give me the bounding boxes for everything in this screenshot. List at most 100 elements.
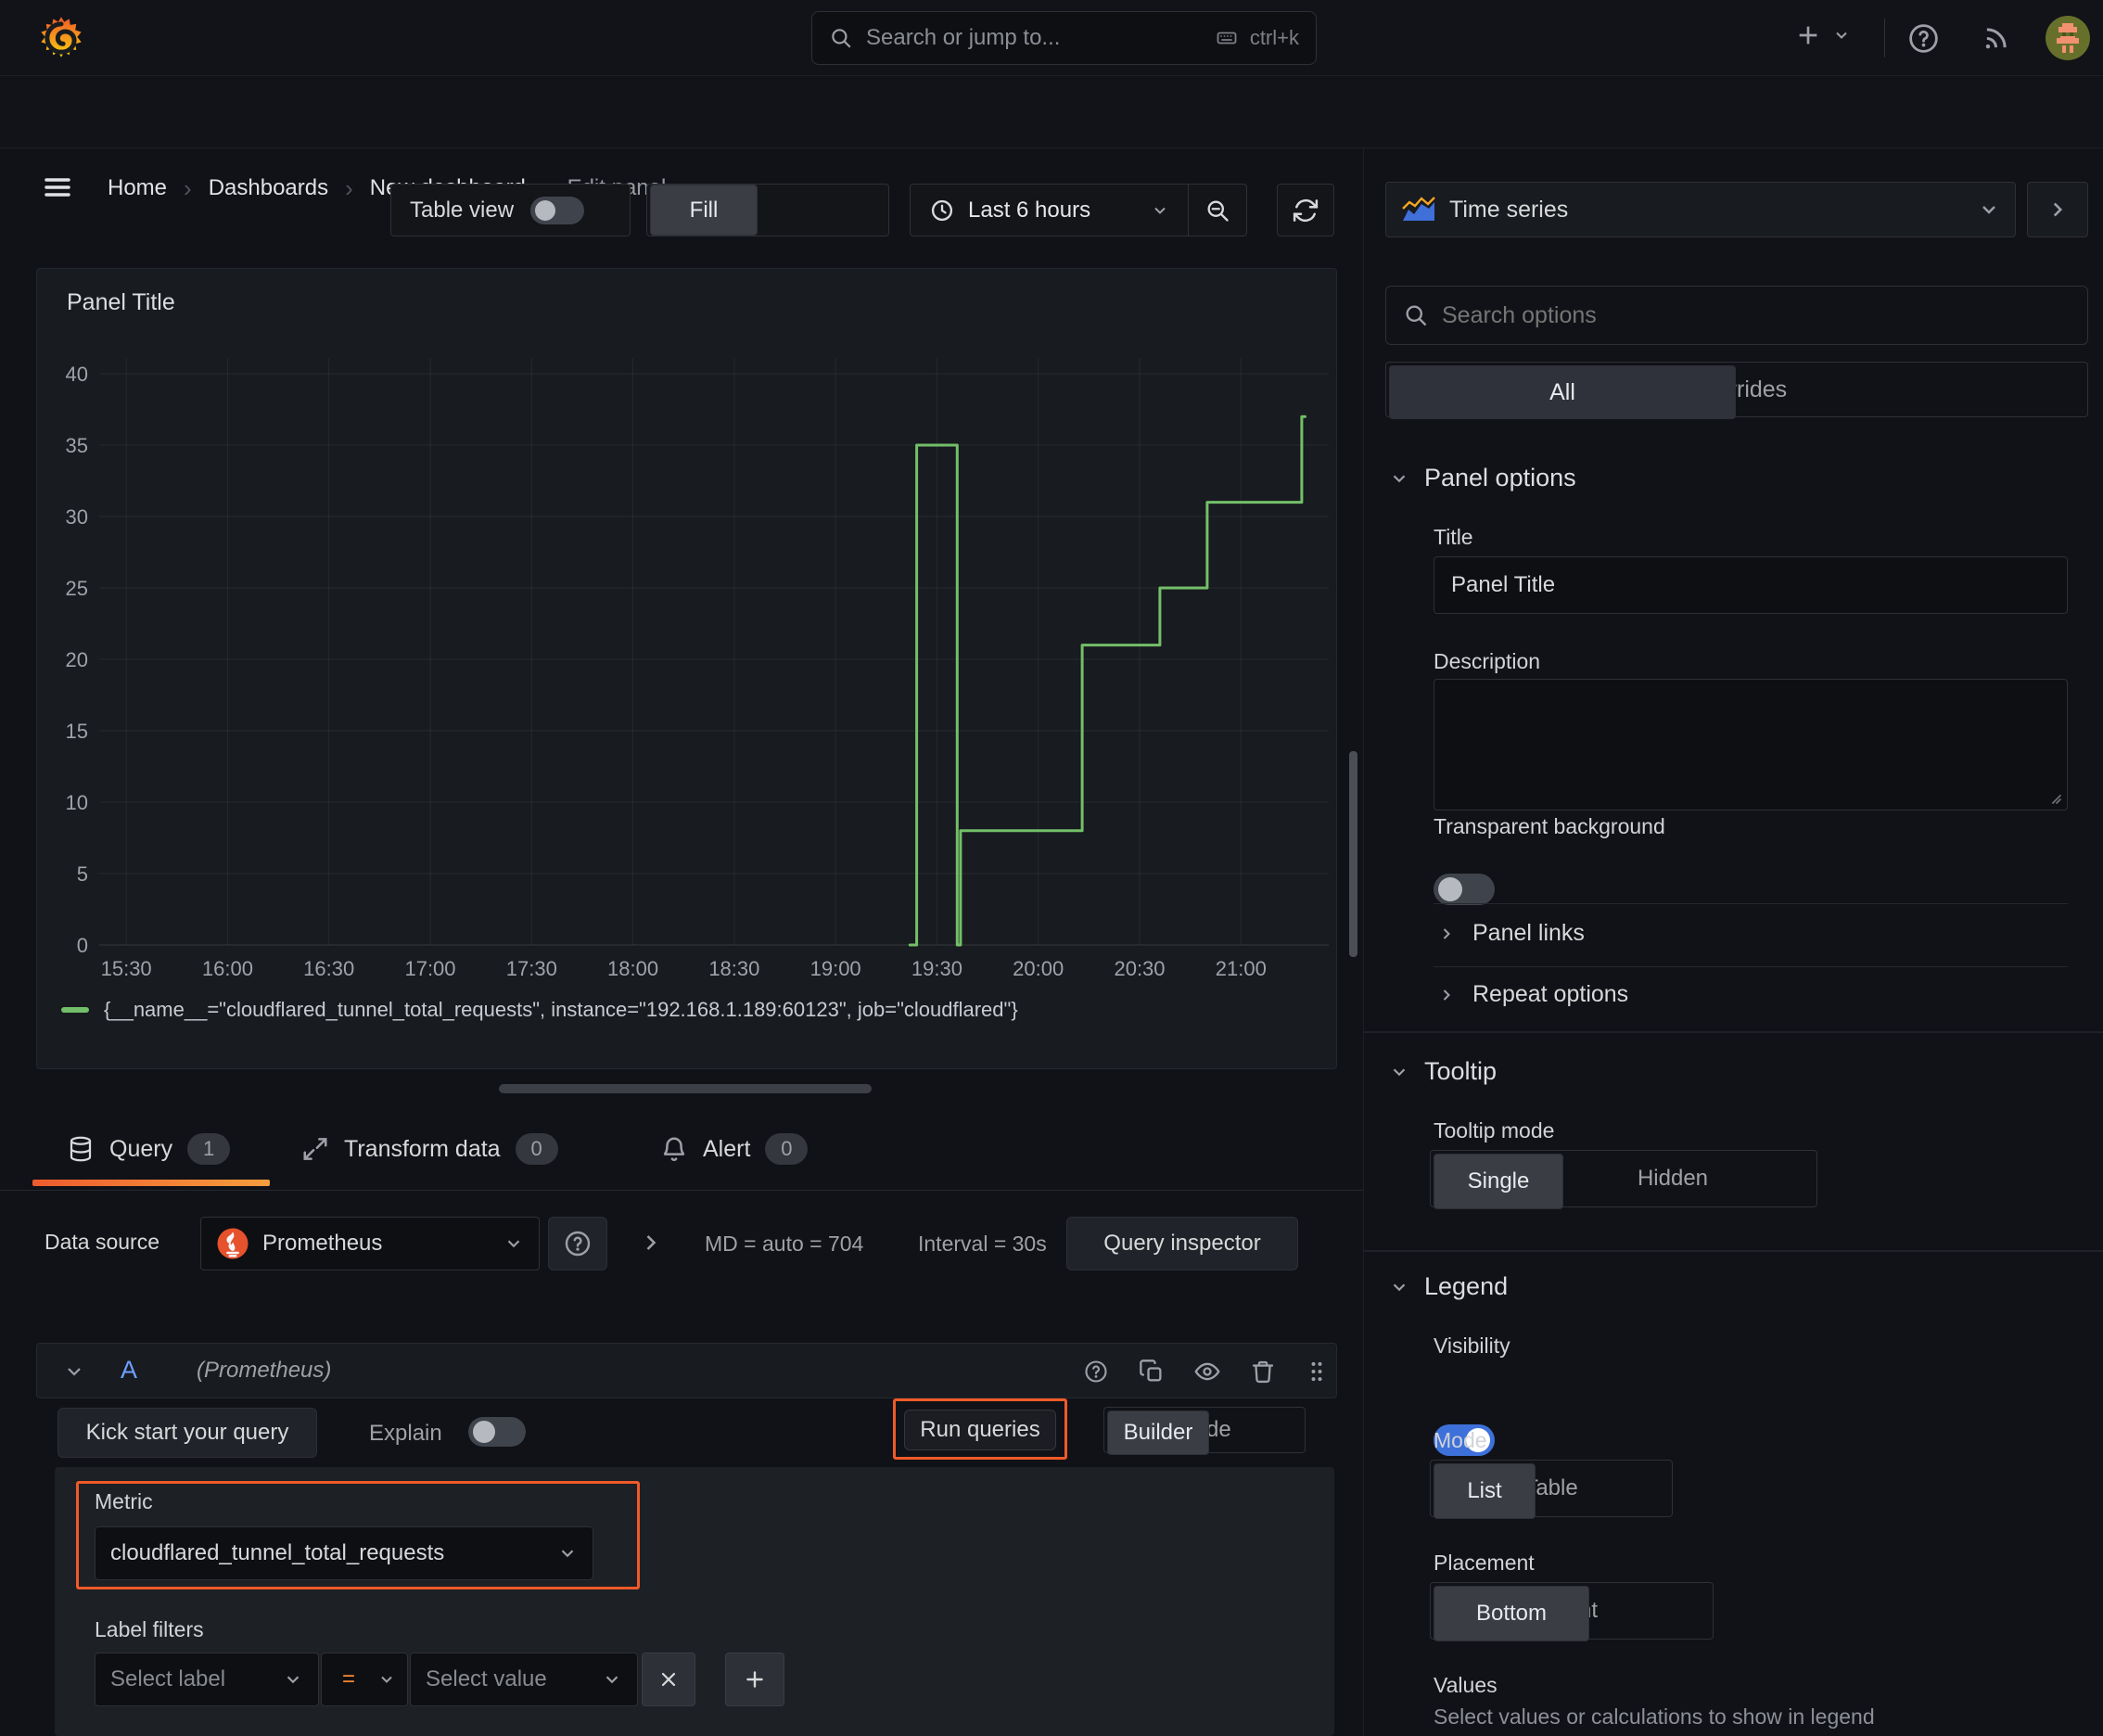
select-value-placeholder: Select value (426, 1666, 547, 1691)
builder-option[interactable]: Builder (1107, 1410, 1209, 1455)
run-queries-button[interactable]: Run queries (904, 1410, 1056, 1450)
svg-text:18:30: 18:30 (708, 957, 759, 980)
transform-icon (303, 1138, 327, 1160)
grafana-edit-panel-page: ctrl+k Home› Dashboards› New dashboard› (0, 0, 2103, 1736)
kick-start-query-button[interactable]: Kick start your query (57, 1408, 317, 1458)
expand-options-icon[interactable] (638, 1230, 664, 1256)
tabs-divider (0, 1190, 1363, 1191)
section-divider (1364, 1031, 2103, 1033)
panel-resize-handle[interactable] (499, 1084, 872, 1093)
svg-text:25: 25 (66, 577, 88, 600)
datasource-help-button[interactable] (548, 1217, 607, 1270)
chart-svg[interactable]: 15:30 16:00 16:30 17:00 17:30 18:00 18:30 19:00… (37, 269, 1336, 1068)
description-textarea[interactable] (1434, 679, 2068, 811)
table-view-toggle[interactable] (530, 196, 585, 224)
chart-legend[interactable]: {__name__="cloudflared_tunnel_total_requ… (61, 998, 1018, 1022)
drag-handle-icon[interactable] (1304, 1359, 1330, 1385)
tab-transform-data[interactable]: Transform data 0 (301, 1133, 558, 1165)
metric-select[interactable]: cloudflared_tunnel_total_requests (95, 1526, 593, 1580)
search-input[interactable] (866, 25, 1200, 51)
fill-option[interactable]: Fill (650, 185, 758, 236)
visualization-name: Time series (1449, 196, 1569, 223)
svg-text:17:00: 17:00 (404, 957, 455, 980)
add-filter-button[interactable] (725, 1653, 784, 1706)
time-range-picker[interactable]: Last 6 hours (911, 198, 1188, 223)
transparent-background-toggle[interactable] (1434, 874, 1495, 905)
svg-text:20: 20 (66, 648, 88, 671)
news-rss-icon[interactable] (1981, 23, 2011, 54)
description-label: Description (1434, 649, 1541, 673)
query-help-icon[interactable] (1083, 1359, 1109, 1385)
select-label-dropdown[interactable]: Select label (95, 1653, 319, 1706)
breadcrumb-separator: › (184, 173, 192, 202)
new-dropdown-button[interactable] (1793, 20, 1851, 50)
tooltip-single-option[interactable]: Single (1434, 1154, 1563, 1209)
duplicate-query-icon[interactable] (1139, 1359, 1165, 1385)
query-ref-id[interactable]: A (121, 1356, 137, 1385)
tab-transform-label: Transform data (344, 1135, 501, 1162)
series-label[interactable]: {__name__="cloudflared_tunnel_total_requ… (104, 998, 1018, 1022)
hide-query-icon[interactable] (1194, 1359, 1220, 1385)
time-series-viz-icon (1402, 197, 1435, 221)
breadcrumb-dashboards[interactable]: Dashboards (209, 175, 328, 201)
resize-corner-icon[interactable] (2045, 787, 2063, 806)
svg-text:5: 5 (77, 862, 88, 886)
grafana-logo-icon[interactable] (37, 14, 85, 62)
legend-values-label: Values (1434, 1673, 1498, 1697)
tab-query[interactable]: Query 1 (67, 1133, 231, 1165)
svg-text:20:00: 20:00 (1013, 957, 1064, 980)
help-icon[interactable] (1906, 21, 1941, 56)
zoom-out-button[interactable] (1189, 185, 1246, 236)
time-range-label: Last 6 hours (968, 197, 1091, 223)
help-circle-icon (565, 1231, 591, 1257)
chevron-right-icon (1443, 989, 1450, 1001)
refresh-button[interactable] (1277, 184, 1334, 236)
legend-section[interactable]: Legend (1389, 1272, 1508, 1301)
svg-text:21:00: 21:00 (1216, 957, 1267, 980)
search-shortcut: ctrl+k (1213, 26, 1299, 50)
legend-mode-switch: List Table (1430, 1460, 1673, 1519)
delete-query-icon[interactable] (1250, 1359, 1276, 1385)
tooltip-section[interactable]: Tooltip (1389, 1057, 1497, 1086)
series-color-swatch (61, 1007, 89, 1013)
vertical-scrollbar[interactable] (1349, 751, 1357, 957)
max-data-points-stat: MD = auto = 704 (705, 1232, 864, 1256)
user-avatar[interactable] (2046, 16, 2090, 60)
collapse-query-icon[interactable] (63, 1360, 85, 1383)
datasource-picker[interactable]: Prometheus (200, 1217, 540, 1270)
search-icon (1406, 305, 1427, 326)
menu-icon[interactable] (41, 172, 74, 202)
panel-title-input[interactable] (1434, 556, 2068, 614)
tooltip-hidden-option[interactable]: Hidden (1532, 1154, 1814, 1204)
select-value-dropdown[interactable]: Select value (410, 1653, 638, 1706)
placement-bottom-option[interactable]: Bottom (1434, 1586, 1589, 1641)
remove-filter-button[interactable] (642, 1653, 695, 1706)
query-row-header[interactable]: A (Prometheus) (36, 1343, 1337, 1398)
global-search[interactable]: ctrl+k (811, 11, 1317, 65)
legend-list-option[interactable]: List (1434, 1463, 1536, 1519)
panel-links-section[interactable]: Panel links (1437, 920, 1585, 947)
transparent-background-label: Transparent background (1434, 814, 1665, 838)
tab-all[interactable]: All (1389, 365, 1736, 419)
svg-text:35: 35 (66, 434, 88, 457)
chevron-down-icon (287, 1676, 300, 1684)
tab-alert[interactable]: Alert 0 (660, 1133, 809, 1165)
options-search-input[interactable] (1442, 301, 2071, 329)
query-inspector-button[interactable]: Query inspector (1066, 1217, 1298, 1270)
datasource-label: Data source (45, 1230, 160, 1254)
toggle-options-pane-button[interactable] (2027, 182, 2088, 237)
prometheus-icon (217, 1228, 249, 1259)
query-count-badge: 1 (187, 1133, 231, 1165)
database-icon (70, 1136, 92, 1162)
operator-dropdown[interactable]: = (321, 1653, 408, 1706)
panel-options-section[interactable]: Panel options (1389, 464, 1576, 492)
repeat-options-section[interactable]: Repeat options (1437, 981, 1628, 1008)
legend-values-hint: Select values or calculations to show in… (1434, 1704, 1875, 1729)
visualization-picker[interactable]: Time series (1385, 182, 2016, 237)
options-search[interactable] (1385, 286, 2088, 345)
tooltip-mode-label: Tooltip mode (1434, 1118, 1555, 1142)
tooltip-mode-switch: Single All Hidden (1430, 1150, 1817, 1209)
svg-text:10: 10 (66, 791, 88, 814)
breadcrumb-home[interactable]: Home (108, 175, 167, 201)
explain-toggle[interactable] (468, 1417, 526, 1447)
